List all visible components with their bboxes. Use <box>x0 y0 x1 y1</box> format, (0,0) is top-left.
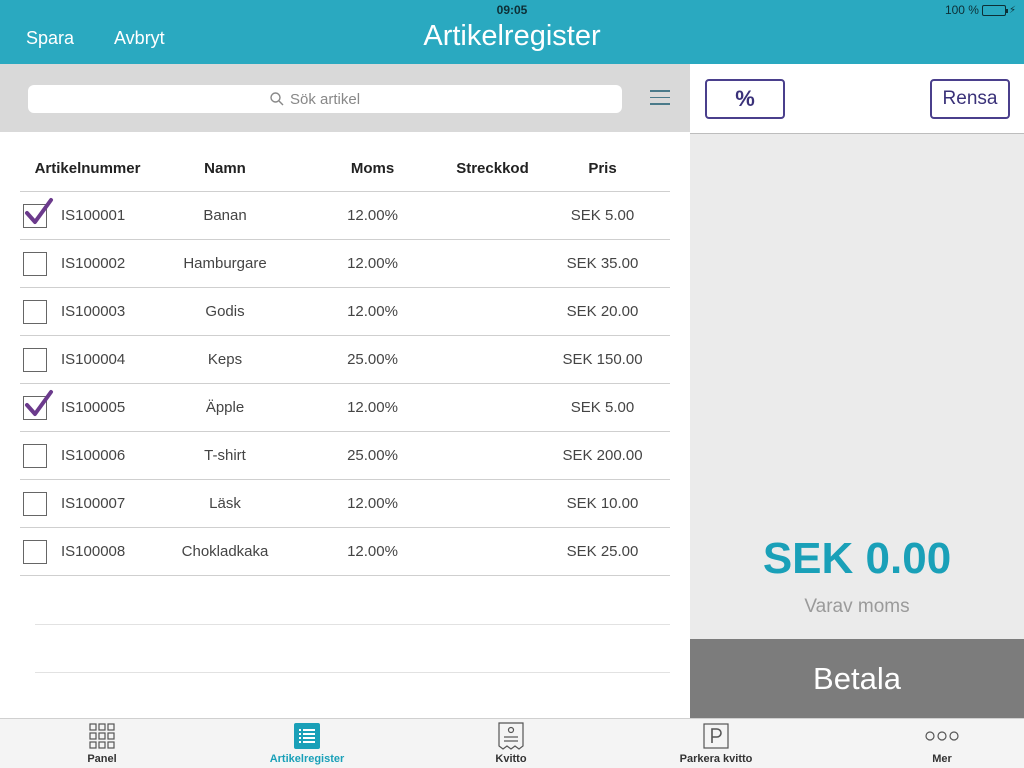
article-price: SEK 200.00 <box>562 447 643 464</box>
article-vat: 12.00% <box>347 495 398 512</box>
search-bar <box>0 64 690 132</box>
tab-label: Panel <box>87 753 117 765</box>
table-row[interactable]: IS100007 Läsk 12.00% SEK 10.00 <box>20 480 670 528</box>
search-input[interactable] <box>290 90 380 108</box>
page-title: Artikelregister <box>423 20 601 52</box>
article-name: Chokladkaka <box>181 543 269 560</box>
column-header-number[interactable]: Artikelnummer <box>20 160 155 177</box>
column-header-barcode[interactable]: Streckkod <box>450 160 535 177</box>
battery-percent: 100 % <box>944 3 979 17</box>
article-vat: 25.00% <box>347 351 398 368</box>
row-checkbox[interactable] <box>23 197 53 228</box>
row-checkbox[interactable] <box>23 251 47 276</box>
article-price: SEK 5.00 <box>570 207 635 224</box>
table-row[interactable]: IS100001 Banan 12.00% SEK 5.00 <box>20 192 670 240</box>
check-icon <box>25 197 53 224</box>
clear-button[interactable]: Rensa <box>930 79 1010 119</box>
article-vat: 12.00% <box>347 543 398 560</box>
pay-button[interactable]: Betala <box>690 639 1024 718</box>
vat-label: Varav moms <box>804 596 910 617</box>
article-number: IS100005 <box>61 399 126 416</box>
row-checkbox[interactable] <box>23 347 47 372</box>
article-number: IS100003 <box>61 303 126 320</box>
list-icon <box>294 723 320 749</box>
check-icon <box>25 389 53 416</box>
article-number: IS100001 <box>61 207 126 224</box>
row-checkbox[interactable] <box>23 491 47 516</box>
status-battery: 100 % ⚡ <box>945 3 1016 17</box>
column-header-vat[interactable]: Moms <box>295 160 450 177</box>
row-checkbox[interactable] <box>23 443 47 468</box>
article-name: Banan <box>203 207 247 224</box>
tab-more[interactable]: Mer <box>872 719 1012 768</box>
tab-label: Mer <box>932 753 952 765</box>
article-name: Godis <box>205 303 245 320</box>
table-row[interactable]: IS100005 Äpple 12.00% SEK 5.00 <box>20 384 670 432</box>
tab-park-receipt[interactable]: Parkera kvitto <box>646 719 786 768</box>
cart-total: SEK 0.00 <box>762 534 952 583</box>
table-row[interactable]: IS100002 Hamburgare 12.00% SEK 35.00 <box>20 240 670 288</box>
article-vat: 12.00% <box>347 207 398 224</box>
article-name: Keps <box>207 351 243 368</box>
article-name: Läsk <box>209 495 241 512</box>
search-icon <box>270 92 284 106</box>
article-name: T-shirt <box>204 447 246 464</box>
table-row[interactable]: IS100004 Keps 25.00% SEK 150.00 <box>20 336 670 384</box>
tab-label: Kvitto <box>495 753 527 765</box>
article-vat: 12.00% <box>347 303 398 320</box>
article-number: IS100008 <box>61 543 126 560</box>
row-checkbox[interactable] <box>23 299 47 324</box>
cart-toolbar: % Rensa <box>690 64 1024 134</box>
empty-row-divider <box>35 672 670 673</box>
article-number: IS100002 <box>61 255 126 272</box>
header-bar: 09:05 100 % ⚡ Spara Avbryt Artikelregist… <box>0 0 1024 64</box>
grid-icon <box>89 723 115 749</box>
column-header-price[interactable]: Pris <box>535 160 670 177</box>
discount-button[interactable]: % <box>705 79 785 119</box>
table-header: Artikelnummer Namn Moms Streckkod Pris <box>20 146 670 192</box>
column-header-name[interactable]: Namn <box>155 160 295 177</box>
tab-panel[interactable]: Panel <box>32 719 172 768</box>
battery-icon <box>981 4 1008 16</box>
article-vat: 25.00% <box>347 447 398 464</box>
search-field[interactable] <box>28 85 622 113</box>
article-number: IS100007 <box>61 495 126 512</box>
article-table: Artikelnummer Namn Moms Streckkod Pris I… <box>20 146 670 576</box>
article-name: Hamburgare <box>183 255 267 272</box>
parking-icon <box>703 723 729 749</box>
cart-panel: % Rensa SEK 0.00 Varav moms Betala <box>690 64 1024 718</box>
tab-label: Parkera kvitto <box>679 753 753 765</box>
article-name: Äpple <box>205 399 245 416</box>
article-price: SEK 25.00 <box>566 543 639 560</box>
article-number: IS100004 <box>61 351 126 368</box>
row-checkbox[interactable] <box>23 539 47 564</box>
charging-icon: ⚡ <box>1008 4 1016 16</box>
menu-icon[interactable] <box>650 90 670 106</box>
tab-bar: Panel Artikelregister Kvitto Parkera kvi… <box>0 718 1024 768</box>
table-row[interactable]: IS100003 Godis 12.00% SEK 20.00 <box>20 288 670 336</box>
article-price: SEK 150.00 <box>562 351 643 368</box>
table-row[interactable]: IS100006 T-shirt 25.00% SEK 200.00 <box>20 432 670 480</box>
article-price: SEK 20.00 <box>566 303 639 320</box>
article-price: SEK 5.00 <box>570 399 635 416</box>
tab-label: Artikelregister <box>269 753 345 765</box>
receipt-icon <box>498 722 524 750</box>
article-vat: 12.00% <box>347 399 398 416</box>
article-vat: 12.00% <box>347 255 398 272</box>
article-number: IS100006 <box>61 447 126 464</box>
empty-row-divider <box>35 624 670 625</box>
row-checkbox[interactable] <box>23 389 53 420</box>
article-price: SEK 10.00 <box>566 495 639 512</box>
status-time: 09:05 <box>496 3 528 17</box>
article-price: SEK 35.00 <box>566 255 639 272</box>
table-row[interactable]: IS100008 Chokladkaka 12.00% SEK 25.00 <box>20 528 670 576</box>
more-icon <box>925 731 959 741</box>
tab-article-register[interactable]: Artikelregister <box>237 719 377 768</box>
tab-receipt[interactable]: Kvitto <box>441 719 581 768</box>
